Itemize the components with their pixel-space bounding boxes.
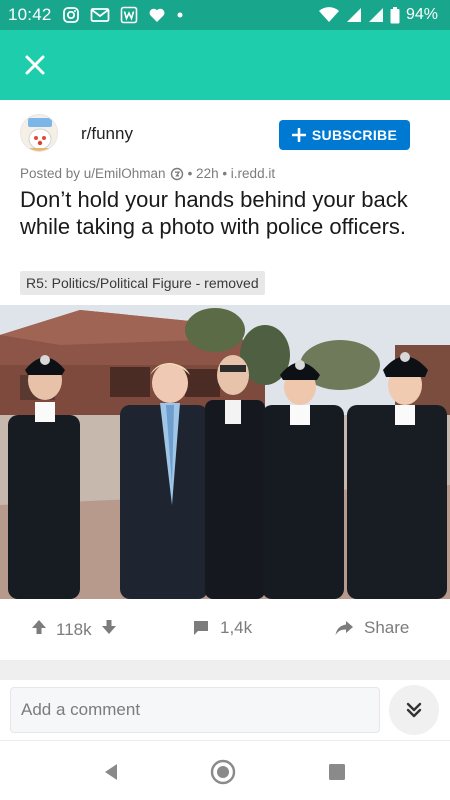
post-meta-info: • 22h • i.redd.it: [187, 166, 276, 181]
instagram-icon: [62, 6, 80, 24]
downvote-button[interactable]: [100, 618, 118, 641]
post-actions: 118k 1,4k Share: [0, 600, 450, 660]
toolbar: [0, 30, 450, 100]
award-icon: [170, 167, 184, 181]
posted-by-user[interactable]: Posted by u/EmilOhman: [20, 166, 166, 181]
battery-icon: [390, 6, 400, 24]
recents-button[interactable]: [322, 757, 352, 787]
post-header: r/funny SUBSCRIBE: [0, 100, 450, 164]
comment-input[interactable]: [10, 687, 380, 733]
post-flair: R5: Politics/Political Figure - removed: [20, 271, 265, 295]
comments-button[interactable]: 1,4k: [192, 618, 252, 638]
downvote-icon: [101, 620, 116, 634]
status-time: 10:42: [8, 5, 52, 24]
post-meta: Posted by u/EmilOhman • 22h • i.redd.it: [20, 166, 275, 181]
back-button[interactable]: [96, 757, 126, 787]
gmail-icon: [90, 7, 110, 23]
wifi-icon: [318, 7, 340, 23]
upvote-icon: [32, 620, 46, 634]
home-button[interactable]: [208, 757, 238, 787]
upvote-button[interactable]: [30, 618, 48, 641]
signal-icon: [368, 7, 384, 23]
post-image[interactable]: [0, 305, 450, 599]
recents-icon: [329, 764, 345, 780]
comment-bar: [0, 680, 450, 740]
status-bar: 10:42 94%: [0, 0, 450, 30]
home-icon: [210, 759, 236, 785]
post-title: Don’t hold your hands behind your back w…: [20, 187, 408, 239]
close-button[interactable]: [18, 48, 52, 82]
section-divider: [0, 660, 450, 680]
vote-controls: 118k: [30, 618, 118, 641]
subreddit-avatar[interactable]: [20, 114, 58, 152]
subscribe-label: SUBSCRIBE: [311, 127, 398, 143]
status-right: 94%: [318, 6, 438, 24]
system-nav-bar: [0, 740, 450, 800]
share-icon: [335, 621, 353, 635]
signal-icon: [346, 7, 362, 23]
share-button[interactable]: Share: [334, 618, 409, 638]
dot-icon: [176, 11, 184, 19]
close-icon: [25, 55, 45, 75]
plus-icon: [291, 128, 306, 142]
share-label: Share: [364, 618, 410, 637]
comment-icon: [194, 621, 208, 635]
back-icon: [105, 764, 117, 780]
jump-to-comments-button[interactable]: [389, 685, 439, 735]
vote-count: 118k: [56, 619, 92, 639]
heart-icon: [148, 7, 166, 23]
subscribe-button[interactable]: SUBSCRIBE: [279, 120, 410, 150]
battery-percentage: 94%: [405, 6, 438, 23]
status-left: 10:42: [8, 5, 184, 25]
subreddit-name[interactable]: r/funny: [81, 124, 133, 144]
comment-count: 1,4k: [220, 618, 253, 637]
double-chevron-down-icon: [406, 702, 422, 718]
word-icon: [120, 6, 138, 24]
